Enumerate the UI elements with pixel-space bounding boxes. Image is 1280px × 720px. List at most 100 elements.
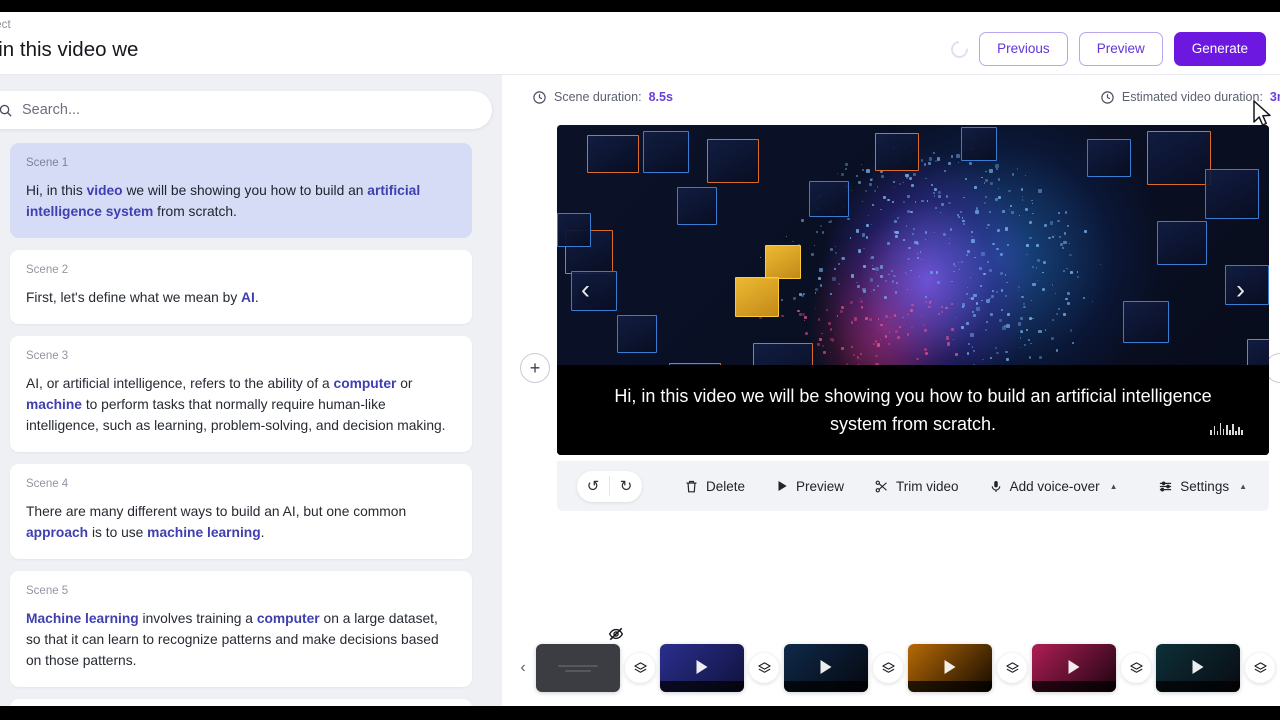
scene-4-thumbnail[interactable]: [908, 644, 992, 692]
search-icon: [0, 104, 12, 117]
trim-video-button[interactable]: Trim video: [874, 479, 959, 494]
insert-scene-layers-icon[interactable]: [997, 653, 1027, 683]
scene-1-thumbnail[interactable]: [536, 644, 620, 692]
insert-scene-layers-icon[interactable]: [749, 653, 779, 683]
video-art-cube: [875, 133, 919, 171]
video-art-particle: [1072, 342, 1074, 345]
scene-card-text[interactable]: First, let's define what we mean by AI.: [26, 287, 456, 308]
video-art-particle: [873, 289, 876, 292]
scene-5-thumbnail[interactable]: [1032, 644, 1116, 692]
scene-6-thumbnail[interactable]: [1156, 644, 1240, 692]
delete-button[interactable]: Delete: [684, 479, 745, 494]
video-art-particle: [856, 174, 859, 177]
thumb-ghost-line: [558, 664, 598, 667]
video-art-particle: [924, 231, 928, 234]
video-art-particle: [972, 313, 976, 317]
scene-card[interactable]: Scene 4 There are many different ways to …: [10, 464, 472, 559]
generate-button[interactable]: Generate: [1173, 32, 1266, 66]
search-input[interactable]: [22, 102, 442, 118]
video-art-particle: [1069, 253, 1072, 257]
video-art-particle: [952, 339, 954, 341]
video-art-particle: [961, 261, 963, 264]
next-scene-chevron-right-icon[interactable]: ›: [1236, 276, 1245, 304]
video-art-particle: [847, 217, 850, 221]
scene-card[interactable]: Scene 2 First, let's define what we mean …: [10, 250, 472, 324]
video-art-particle: [838, 262, 841, 265]
thumb-caption-bar: [908, 681, 992, 692]
search-bar[interactable]: [0, 91, 492, 129]
video-art-particle: [986, 227, 989, 229]
scenes-sidebar: Scene 1 Hi, in this video we will be show…: [0, 75, 502, 720]
video-art-particle: [1063, 240, 1067, 244]
video-art-particle: [845, 163, 848, 166]
video-art-particle: [850, 345, 854, 349]
scene-card-text[interactable]: There are many different ways to build a…: [26, 501, 456, 543]
video-art-particle: [792, 240, 794, 243]
search-pill[interactable]: [0, 91, 492, 129]
video-art-particle: [970, 239, 975, 244]
previous-button[interactable]: Previous: [979, 32, 1068, 66]
video-art-particle: [924, 347, 928, 351]
chevron-up-icon[interactable]: ▲: [1110, 482, 1118, 491]
duration-bar: Scene duration: 8.5s Estimated video dur…: [502, 75, 1280, 119]
scene-card[interactable]: Scene 5 Machine learning involves trainin…: [10, 571, 472, 687]
filmstrip-thumb-wrap: [1032, 644, 1116, 692]
undo-icon[interactable]: ↺: [577, 471, 609, 502]
video-art-particle: [948, 201, 951, 205]
scene-card-text[interactable]: Machine learning involves training a com…: [26, 608, 456, 671]
scene-card-list[interactable]: Scene 1 Hi, in this video we will be show…: [0, 143, 502, 720]
video-art-particle: [883, 195, 887, 199]
video-art-particle: [879, 338, 882, 341]
video-art-particle: [989, 169, 993, 173]
scene-2-thumbnail[interactable]: [660, 644, 744, 692]
preview-button[interactable]: Preview: [775, 479, 844, 494]
video-art-particle: [997, 188, 999, 190]
video-art-particle: [976, 307, 980, 311]
video-art-particle: [981, 299, 983, 302]
video-art-particle: [902, 238, 906, 242]
add-scene-left-button[interactable]: +: [520, 353, 550, 383]
video-art-particle: [834, 245, 837, 248]
redo-icon[interactable]: ↻: [610, 471, 642, 502]
insert-scene-layers-icon[interactable]: [625, 653, 655, 683]
previous-scene-chevron-left-icon[interactable]: ‹: [581, 276, 590, 304]
chevron-up-icon[interactable]: ▲: [1239, 482, 1247, 491]
settings-button[interactable]: Settings ▲: [1158, 479, 1247, 494]
filmstrip-items[interactable]: [536, 627, 1280, 692]
video-art-particle: [875, 267, 879, 271]
scene-card-text[interactable]: AI, or artificial intelligence, refers t…: [26, 373, 456, 436]
video-art-particle: [940, 203, 944, 206]
video-art-particle: [954, 316, 956, 319]
video-art-particle: [1019, 215, 1021, 217]
video-preview-stage[interactable]: ‹ › Hi, in this video we will be showing…: [557, 125, 1269, 455]
thumb-play-icon: [1068, 660, 1080, 675]
preview-button[interactable]: Preview: [1078, 32, 1163, 66]
video-art-particle: [887, 342, 890, 346]
video-art-particle: [1030, 342, 1032, 344]
video-art-particle: [885, 280, 888, 282]
video-art-particle: [975, 302, 979, 306]
video-art-particle: [920, 259, 922, 261]
scene-card[interactable]: Scene 3 AI, or artificial intelligence, r…: [10, 336, 472, 452]
video-art-particle: [906, 333, 910, 336]
insert-scene-layers-icon[interactable]: [1121, 653, 1151, 683]
video-art-particle: [781, 314, 784, 318]
insert-scene-layers-icon[interactable]: [1245, 653, 1275, 683]
video-art-particle: [936, 157, 941, 161]
video-art-particle: [954, 352, 958, 356]
scene-keyword: machine learning: [147, 525, 261, 540]
video-art-particle: [935, 270, 939, 274]
video-art-particle: [876, 186, 879, 188]
scene-3-thumbnail[interactable]: [784, 644, 868, 692]
scene-card-text[interactable]: Hi, in this video we will be showing you…: [26, 180, 456, 222]
add-voice-over-button[interactable]: Add voice-over ▲: [989, 479, 1118, 494]
eye-off-icon[interactable]: [608, 626, 624, 644]
video-art-particle: [877, 318, 880, 321]
filmstrip-prev-chevron-left-icon[interactable]: ‹: [510, 659, 536, 677]
video-art-particle: [821, 345, 824, 347]
video-art-particle: [988, 268, 992, 272]
editor-main-panel: Scene duration: 8.5s Estimated video dur…: [502, 75, 1280, 720]
insert-scene-layers-icon[interactable]: [873, 653, 903, 683]
video-art-particle: [1032, 317, 1034, 320]
scene-card[interactable]: Scene 1 Hi, in this video we will be show…: [10, 143, 472, 238]
